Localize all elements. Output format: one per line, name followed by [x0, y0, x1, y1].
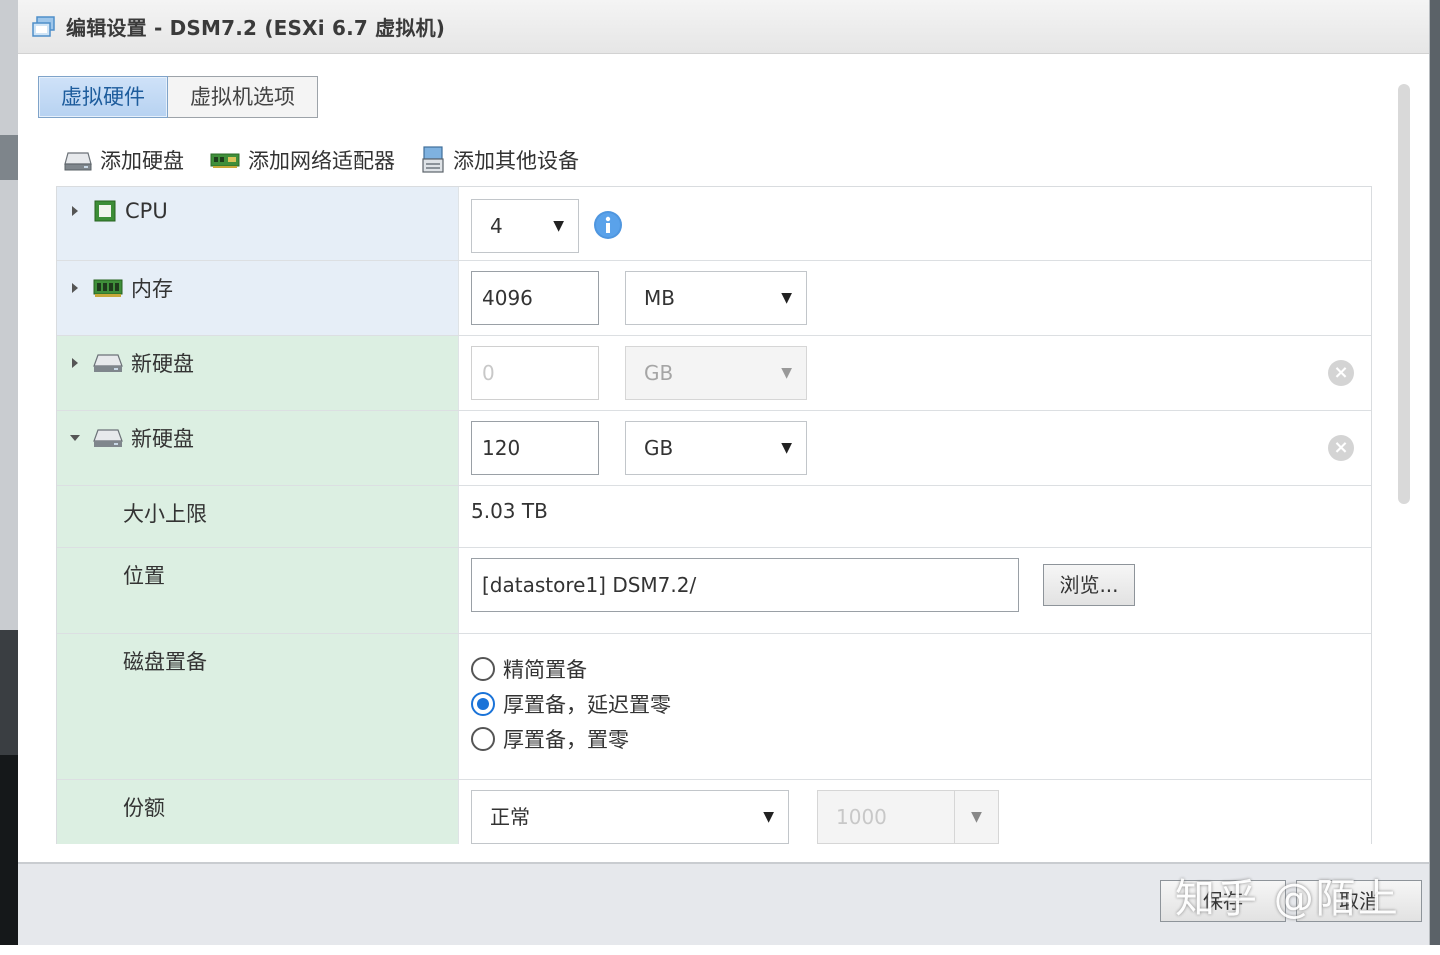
max-size-row: 大小上限 5.03 TB: [57, 486, 1371, 548]
memory-label-group: 内存: [67, 273, 173, 303]
chevron-down-icon: ▼: [763, 809, 774, 825]
collapse-arrow-icon[interactable]: [67, 434, 83, 442]
expand-arrow-icon[interactable]: [67, 357, 83, 369]
provisioning-row: 磁盘置备 精简置备 厚置备，延迟置零 厚置备，置零: [57, 634, 1371, 780]
disk2-unit-value: GB: [644, 436, 674, 460]
watermark-text: 知乎 @陌上: [1175, 876, 1400, 922]
cpu-row: CPU 4 ▼: [57, 187, 1371, 261]
max-size-value: 5.03 TB: [471, 499, 548, 523]
cpu-label-group: CPU: [67, 199, 168, 223]
vm-icon: [32, 15, 58, 39]
new-disk-row-2: 新硬盘 120 GB ▼ ×: [57, 411, 1371, 486]
memory-icon: [93, 277, 123, 299]
disk1-label-group: 新硬盘: [67, 348, 194, 378]
add-other-label: 添加其他设备: [453, 149, 579, 173]
provisioning-option-thick-eager[interactable]: 厚置备，置零: [471, 724, 629, 754]
memory-row: 内存 4096 MB ▼: [57, 261, 1371, 336]
dialog-title: 编辑设置 - DSM7.2 (ESXi 6.7 虚拟机): [66, 16, 446, 40]
browse-button[interactable]: 浏览...: [1043, 564, 1135, 606]
cpu-icon: [93, 199, 117, 223]
device-icon: [422, 146, 444, 173]
shares-level-value: 正常: [490, 805, 530, 829]
memory-unit-select[interactable]: MB ▼: [625, 271, 807, 325]
background-strip-bottom: [0, 945, 1440, 955]
disk-icon: [64, 152, 92, 171]
edit-settings-dialog: 编辑设置 - DSM7.2 (ESXi 6.7 虚拟机) 虚拟硬件 虚拟机选项 …: [18, 0, 1430, 945]
vertical-scrollbar[interactable]: [1398, 84, 1410, 504]
info-icon[interactable]: [593, 210, 623, 244]
dialog-titlebar: 编辑设置 - DSM7.2 (ESXi 6.7 虚拟机): [18, 0, 1429, 54]
remove-disk2-icon[interactable]: ×: [1328, 435, 1354, 461]
provisioning-option-label: 厚置备，置零: [503, 728, 629, 752]
shares-level-select[interactable]: 正常 ▼: [471, 790, 789, 844]
shares-number-value: 1000: [836, 805, 887, 829]
location-label: 位置: [123, 564, 165, 588]
tab-vm-options[interactable]: 虚拟机选项: [168, 76, 318, 118]
hardware-toolbar: 添加硬盘 添加网络适配器 添加其他设备: [64, 145, 605, 175]
background-strip: [0, 0, 18, 955]
disk-icon: [93, 427, 123, 449]
radio-button[interactable]: [471, 727, 495, 751]
provisioning-option-label: 厚置备，延迟置零: [503, 693, 671, 717]
add-other-device-button[interactable]: 添加其他设备: [421, 145, 579, 175]
cpu-count-select[interactable]: 4 ▼: [471, 199, 579, 253]
expand-arrow-icon[interactable]: [67, 282, 83, 294]
tab-bar: 虚拟硬件 虚拟机选项: [38, 76, 318, 118]
network-card-icon: [210, 153, 240, 168]
expand-arrow-icon[interactable]: [67, 205, 83, 217]
shares-label: 份额: [123, 796, 165, 820]
new-disk-row-1: 新硬盘 0 GB ▼ ×: [57, 336, 1371, 411]
provisioning-option-thin[interactable]: 精简置备: [471, 654, 587, 684]
disk1-unit-select[interactable]: GB ▼: [625, 346, 807, 400]
memory-size-input[interactable]: 4096: [471, 271, 599, 325]
cpu-count-value: 4: [490, 214, 503, 238]
location-row: 位置 [datastore1] DSM7.2/ 浏览...: [57, 548, 1371, 634]
provisioning-option-label: 精简置备: [503, 658, 587, 682]
disk-icon: [93, 352, 123, 374]
add-network-label: 添加网络适配器: [248, 149, 395, 173]
memory-unit-value: MB: [644, 286, 675, 310]
location-input[interactable]: [datastore1] DSM7.2/: [471, 558, 1019, 612]
radio-button-selected[interactable]: [471, 692, 495, 716]
chevron-down-icon: ▼: [781, 365, 792, 381]
disk1-size-input[interactable]: 0: [471, 346, 599, 400]
chevron-down-icon: ▼: [553, 218, 564, 234]
radio-button[interactable]: [471, 657, 495, 681]
shares-number-input[interactable]: 1000 ▼: [817, 790, 999, 844]
hardware-grid: CPU 4 ▼ 内存 4096 MB ▼ 新硬盘 0 GB ▼ × 新硬盘 12…: [56, 186, 1372, 844]
cpu-label: CPU: [125, 199, 168, 223]
disk2-label-group: 新硬盘: [67, 423, 194, 453]
chevron-down-icon: ▼: [781, 440, 792, 456]
add-disk-button[interactable]: 添加硬盘: [64, 145, 184, 175]
tab-virtual-hardware[interactable]: 虚拟硬件: [38, 76, 168, 118]
disk2-unit-select[interactable]: GB ▼: [625, 421, 807, 475]
chevron-down-icon[interactable]: ▼: [954, 791, 998, 843]
provisioning-label: 磁盘置备: [123, 650, 207, 674]
add-network-adapter-button[interactable]: 添加网络适配器: [210, 145, 395, 175]
shares-row: 份额 正常 ▼ 1000 ▼: [57, 780, 1371, 844]
disk2-size-input[interactable]: 120: [471, 421, 599, 475]
disk1-unit-value: GB: [644, 361, 674, 385]
disk1-label: 新硬盘: [131, 352, 194, 376]
provisioning-option-thick-lazy[interactable]: 厚置备，延迟置零: [471, 689, 671, 719]
memory-label: 内存: [131, 277, 173, 301]
max-size-label: 大小上限: [123, 502, 207, 526]
chevron-down-icon: ▼: [781, 290, 792, 306]
remove-disk1-icon[interactable]: ×: [1328, 360, 1354, 386]
add-disk-label: 添加硬盘: [100, 149, 184, 173]
disk2-label: 新硬盘: [131, 427, 194, 451]
